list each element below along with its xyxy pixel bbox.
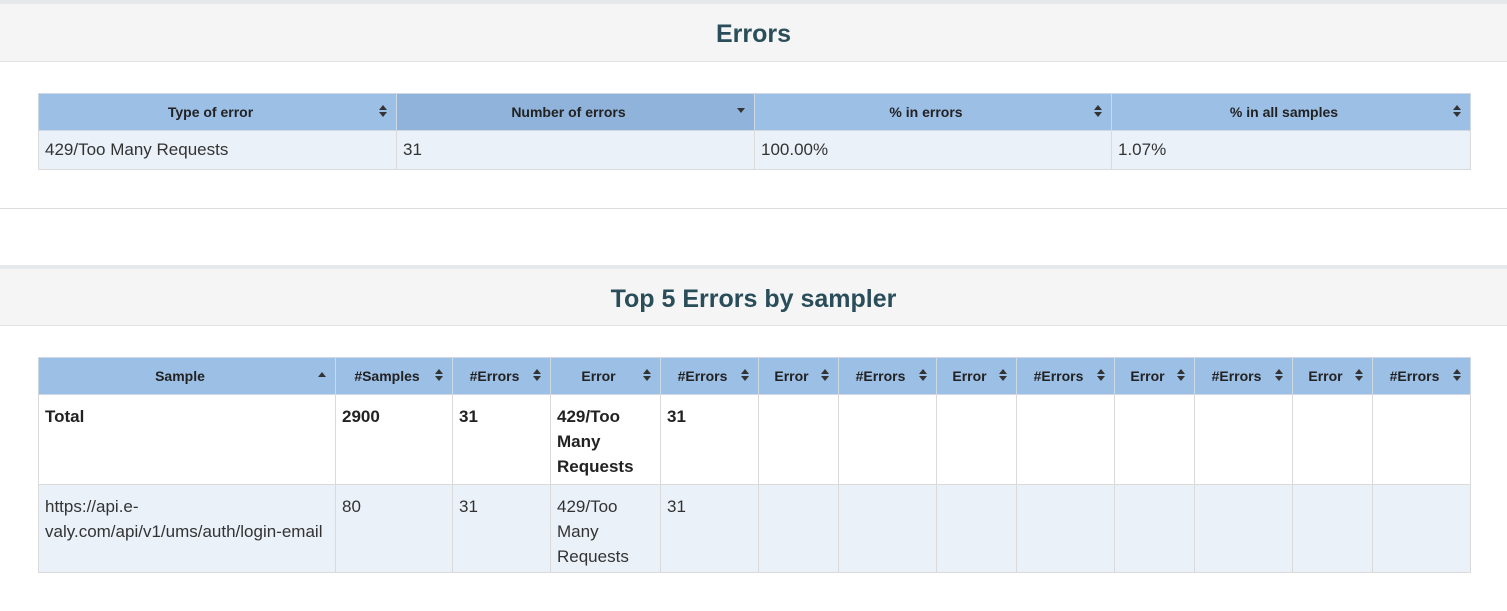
table-cell: 2900 bbox=[335, 394, 453, 485]
sort-icon bbox=[1275, 369, 1283, 381]
sort-icon bbox=[643, 369, 651, 381]
table-cell: 31 bbox=[452, 394, 551, 485]
table-cell bbox=[936, 484, 1017, 573]
top5-panel-title: Top 5 Errors by sampler bbox=[610, 285, 897, 313]
errors-header-pct-samples[interactable]: % in all samples bbox=[1111, 93, 1471, 131]
table-cell: 31 bbox=[452, 484, 551, 573]
top5-header-samples[interactable]: #Samples bbox=[335, 357, 453, 395]
sort-icon bbox=[1177, 369, 1185, 381]
errors-panel-heading: Errors bbox=[0, 4, 1507, 62]
table-cell bbox=[758, 484, 839, 573]
top5-errors-table: Sample #Samples #Errors Error #Errors Er… bbox=[38, 357, 1471, 573]
table-cell: 429/Too Many Requests bbox=[550, 484, 661, 573]
sort-icon bbox=[999, 369, 1007, 381]
table-cell bbox=[758, 394, 839, 485]
sort-icon bbox=[919, 369, 927, 381]
table-cell: https://api.e-valy.com/api/v1/ums/auth/l… bbox=[38, 484, 336, 573]
table-cell bbox=[1372, 394, 1471, 485]
top5-header-error-4[interactable]: Error bbox=[1114, 357, 1195, 395]
errors-panel-title: Errors bbox=[715, 20, 792, 48]
table-cell bbox=[1292, 394, 1373, 485]
top5-panel-heading: Top 5 Errors by sampler bbox=[0, 269, 1507, 326]
top5-header-error-2[interactable]: Error bbox=[758, 357, 839, 395]
sort-ascending-icon bbox=[318, 369, 326, 381]
errors-header-type[interactable]: Type of error bbox=[38, 93, 397, 131]
errors-table: Type of error Number of errors % in erro… bbox=[38, 93, 1471, 170]
sort-icon bbox=[821, 369, 829, 381]
table-cell: 31 bbox=[660, 394, 759, 485]
top5-header-errors-4[interactable]: #Errors bbox=[1194, 357, 1293, 395]
top5-header-errors-5[interactable]: #Errors bbox=[1372, 357, 1471, 395]
sort-icon bbox=[1453, 105, 1461, 117]
table-cell: 31 bbox=[660, 484, 759, 573]
table-cell bbox=[1194, 394, 1293, 485]
errors-table-header-row: Type of error Number of errors % in erro… bbox=[38, 93, 1471, 131]
table-cell bbox=[1016, 484, 1115, 573]
sort-icon bbox=[1453, 369, 1461, 381]
table-cell bbox=[1114, 484, 1195, 573]
table-cell bbox=[1114, 394, 1195, 485]
table-cell: 31 bbox=[396, 130, 755, 170]
panel-bottom-border bbox=[0, 208, 1507, 209]
top5-header-errors-2[interactable]: #Errors bbox=[838, 357, 937, 395]
table-cell bbox=[1194, 484, 1293, 573]
top5-header-errors-total[interactable]: #Errors bbox=[452, 357, 551, 395]
sort-icon bbox=[741, 369, 749, 381]
top5-header-errors-3[interactable]: #Errors bbox=[1016, 357, 1115, 395]
table-cell: 80 bbox=[335, 484, 453, 573]
table-cell: 429/Too Many Requests bbox=[38, 130, 397, 170]
table-cell: 1.07% bbox=[1111, 130, 1471, 170]
table-cell: 100.00% bbox=[754, 130, 1112, 170]
table-cell bbox=[1292, 484, 1373, 573]
top5-header-error-3[interactable]: Error bbox=[936, 357, 1017, 395]
sort-icon bbox=[533, 369, 541, 381]
table-row: 429/Too Many Requests 31 100.00% 1.07% bbox=[38, 130, 1471, 170]
top5-table-header-row: Sample #Samples #Errors Error #Errors Er… bbox=[38, 357, 1471, 395]
top5-header-error-5[interactable]: Error bbox=[1292, 357, 1373, 395]
sort-icon bbox=[1097, 369, 1105, 381]
table-cell bbox=[1016, 394, 1115, 485]
top5-header-error-1[interactable]: Error bbox=[550, 357, 661, 395]
errors-header-number[interactable]: Number of errors bbox=[396, 93, 755, 131]
errors-header-pct-errors[interactable]: % in errors bbox=[754, 93, 1112, 131]
sort-icon bbox=[1094, 105, 1102, 117]
table-row: https://api.e-valy.com/api/v1/ums/auth/l… bbox=[38, 484, 1471, 573]
table-cell bbox=[936, 394, 1017, 485]
sort-icon bbox=[379, 105, 387, 117]
table-cell: Total bbox=[38, 394, 336, 485]
table-cell: 429/Too Many Requests bbox=[550, 394, 661, 485]
top5-header-sample[interactable]: Sample bbox=[38, 357, 336, 395]
sort-icon bbox=[435, 369, 443, 381]
sort-icon bbox=[1355, 369, 1363, 381]
table-row-total: Total 2900 31 429/Too Many Requests 31 bbox=[38, 394, 1471, 485]
table-cell bbox=[838, 484, 937, 573]
table-cell bbox=[1372, 484, 1471, 573]
top5-header-errors-1[interactable]: #Errors bbox=[660, 357, 759, 395]
sort-descending-icon bbox=[737, 105, 745, 117]
table-cell bbox=[838, 394, 937, 485]
